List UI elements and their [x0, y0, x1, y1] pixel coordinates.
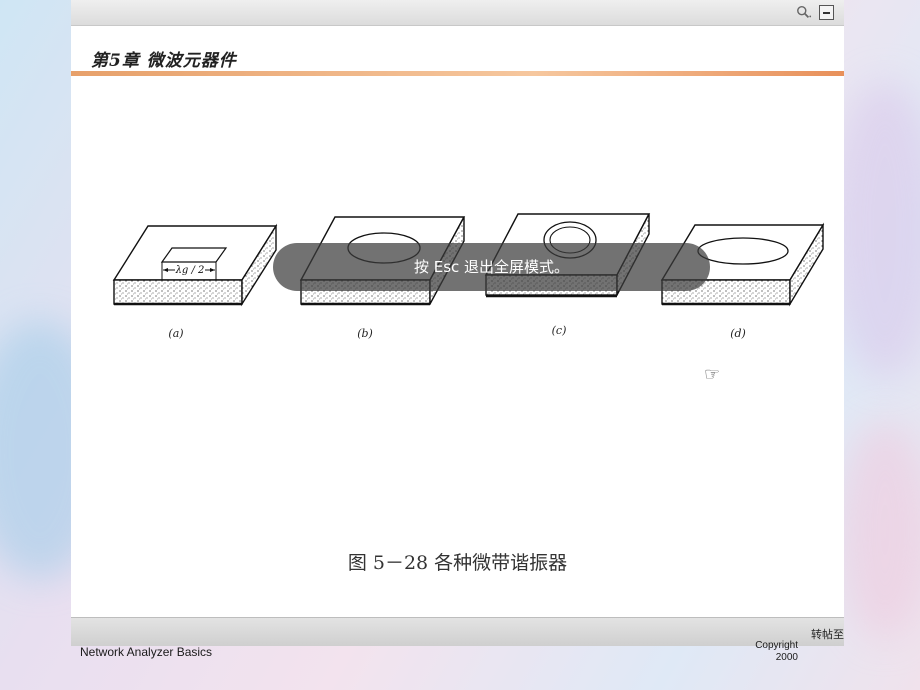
hand-pointer-icon: ☞	[704, 364, 721, 385]
search-icon[interactable]	[796, 4, 812, 20]
subfigure-label-a: (a)	[168, 327, 183, 340]
share-button[interactable]: 转帖至	[811, 626, 844, 642]
footer-title: Network Analyzer Basics	[80, 645, 213, 659]
viewer-toolbar	[71, 0, 844, 26]
slide: 第5章 微波元器件 λg / 2 (a) (b) (c) (d) 图 5－28 …	[71, 0, 844, 646]
resonator-a: λg / 2 (a)	[112, 223, 278, 340]
copyright-line-2: 2000	[775, 652, 798, 663]
dimension-label-a: λg / 2	[175, 265, 205, 276]
copyright-line-1: Copyright	[755, 640, 798, 651]
subfigure-label-d: (d)	[730, 327, 746, 340]
viewer-bottom-bar: 转帖至	[71, 617, 844, 646]
subfigure-label-b: (b)	[357, 327, 373, 340]
chapter-divider	[71, 71, 844, 76]
fullscreen-exit-toast: 按 Esc 退出全屏模式。	[273, 243, 710, 291]
chapter-title: 第5章 微波元器件	[91, 51, 237, 71]
subfigure-label-c: (c)	[552, 324, 567, 337]
background-blot	[840, 420, 920, 640]
figure-caption: 图 5－28 各种微带谐振器	[347, 552, 568, 574]
minimize-icon[interactable]	[818, 4, 834, 20]
footer-copyright: Copyright 2000	[740, 640, 798, 664]
